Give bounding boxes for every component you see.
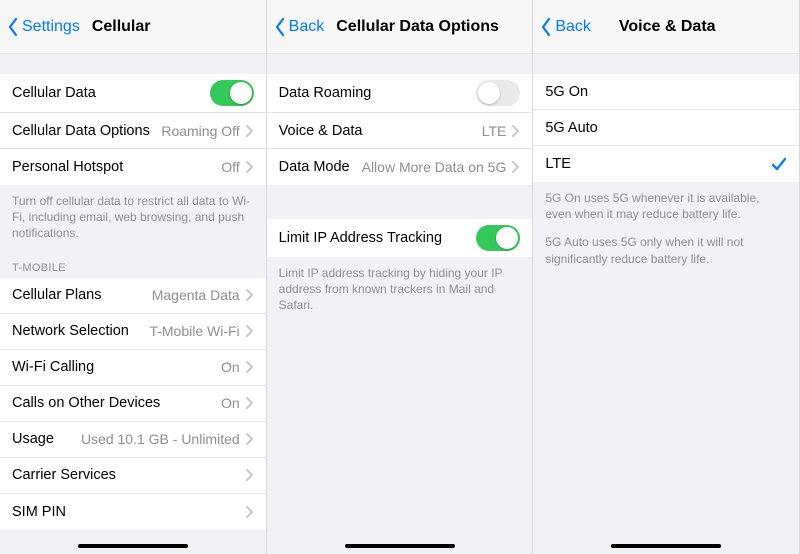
navbar: Back Cellular Data Options [267,0,533,54]
content: Cellular Data Cellular Data Options Roam… [0,54,266,554]
footer-text: Turn off cellular data to restrict all d… [0,185,266,252]
row-sim-pin[interactable]: SIM PIN [0,494,266,530]
back-label: Back [289,18,325,36]
row-cellular-plans[interactable]: Cellular Plans Magenta Data [0,278,266,314]
detail: T-Mobile Wi-Fi [149,323,239,339]
label: Cellular Data Options [12,123,150,139]
back-label: Settings [22,18,80,36]
chevron-right-icon [246,125,254,137]
row-wifi-calling[interactable]: Wi-Fi Calling On [0,350,266,386]
footer-text: 5G Auto uses 5G only when it will not si… [533,232,799,276]
group-carrier: Cellular Plans Magenta Data Network Sele… [0,278,266,530]
chevron-left-icon [275,18,285,36]
chevron-right-icon [246,397,254,409]
chevron-right-icon [246,161,254,173]
toggle-data-roaming[interactable] [476,80,520,106]
group-options: 5G On 5G Auto LTE [533,74,799,182]
nav-title: Cellular [92,18,151,36]
label: 5G Auto [545,120,597,136]
chevron-left-icon [8,18,18,36]
row-limit-ip-tracking[interactable]: Limit IP Address Tracking [267,219,533,257]
detail: Off [221,159,239,175]
footer-text: Limit IP address tracking by hiding your… [267,257,533,324]
detail: On [221,395,240,411]
chevron-right-icon [246,289,254,301]
label: Personal Hotspot [12,159,123,175]
detail: Allow More Data on 5G [362,159,507,175]
nav-title: Voice & Data [619,18,716,36]
label: Limit IP Address Tracking [279,230,442,246]
back-button[interactable]: Back [541,18,591,36]
row-carrier-services[interactable]: Carrier Services [0,458,266,494]
chevron-right-icon [512,125,520,137]
screen-cellular-data-options: Back Cellular Data Options Data Roaming … [267,0,534,554]
navbar: Back Voice & Data [533,0,799,54]
row-calls-other-devices[interactable]: Calls on Other Devices On [0,386,266,422]
back-label: Back [555,18,591,36]
row-network-selection[interactable]: Network Selection T-Mobile Wi-Fi [0,314,266,350]
label: Cellular Data [12,85,96,101]
label: Voice & Data [279,123,363,139]
label: LTE [545,156,571,172]
chevron-right-icon [246,361,254,373]
row-cellular-data[interactable]: Cellular Data [0,74,266,113]
label: Cellular Plans [12,287,101,303]
content: Data Roaming Voice & Data LTE Data Mode … [267,54,533,554]
row-lte[interactable]: LTE [533,146,799,182]
label: Wi-Fi Calling [12,359,94,375]
chevron-right-icon [246,325,254,337]
nav-title: Cellular Data Options [336,18,499,36]
toggle-limit-ip[interactable] [476,225,520,251]
group-main: Cellular Data Cellular Data Options Roam… [0,74,266,185]
screen-cellular: Settings Cellular Cellular Data Cellular… [0,0,267,554]
section-header: T-MOBILE [0,252,266,278]
row-personal-hotspot[interactable]: Personal Hotspot Off [0,149,266,185]
detail: Magenta Data [152,287,240,303]
detail: On [221,359,240,375]
label: Data Mode [279,159,350,175]
row-voice-data[interactable]: Voice & Data LTE [267,113,533,149]
label: Network Selection [12,323,129,339]
detail: Roaming Off [161,123,239,139]
row-usage[interactable]: Usage Used 10.1 GB - Unlimited [0,422,266,458]
back-button[interactable]: Settings [8,18,80,36]
chevron-right-icon [512,161,520,173]
navbar: Settings Cellular [0,0,266,54]
row-data-roaming[interactable]: Data Roaming [267,74,533,113]
detail: Used 10.1 GB - Unlimited [81,431,240,447]
row-5g-auto[interactable]: 5G Auto [533,110,799,146]
home-indicator[interactable] [345,544,455,548]
checkmark-icon [771,156,787,172]
row-data-mode[interactable]: Data Mode Allow More Data on 5G [267,149,533,185]
group-limit-ip: Limit IP Address Tracking [267,219,533,257]
footer-text: 5G On uses 5G whenever it is available, … [533,182,799,232]
row-5g-on[interactable]: 5G On [533,74,799,110]
home-indicator[interactable] [78,544,188,548]
chevron-right-icon [246,433,254,445]
detail: LTE [482,123,507,139]
toggle-cellular-data[interactable] [210,80,254,106]
label: Calls on Other Devices [12,395,160,411]
chevron-right-icon [246,506,254,518]
content: 5G On 5G Auto LTE 5G On uses 5G whenever… [533,54,799,554]
row-cellular-data-options[interactable]: Cellular Data Options Roaming Off [0,113,266,149]
back-button[interactable]: Back [275,18,325,36]
label: SIM PIN [12,504,66,520]
screen-voice-data: Back Voice & Data 5G On 5G Auto LTE 5G O… [533,0,800,554]
label: Usage [12,431,54,447]
label: Data Roaming [279,85,372,101]
group-main: Data Roaming Voice & Data LTE Data Mode … [267,74,533,185]
home-indicator[interactable] [611,544,721,548]
label: 5G On [545,84,588,100]
chevron-left-icon [541,18,551,36]
chevron-right-icon [246,469,254,481]
label: Carrier Services [12,467,116,483]
